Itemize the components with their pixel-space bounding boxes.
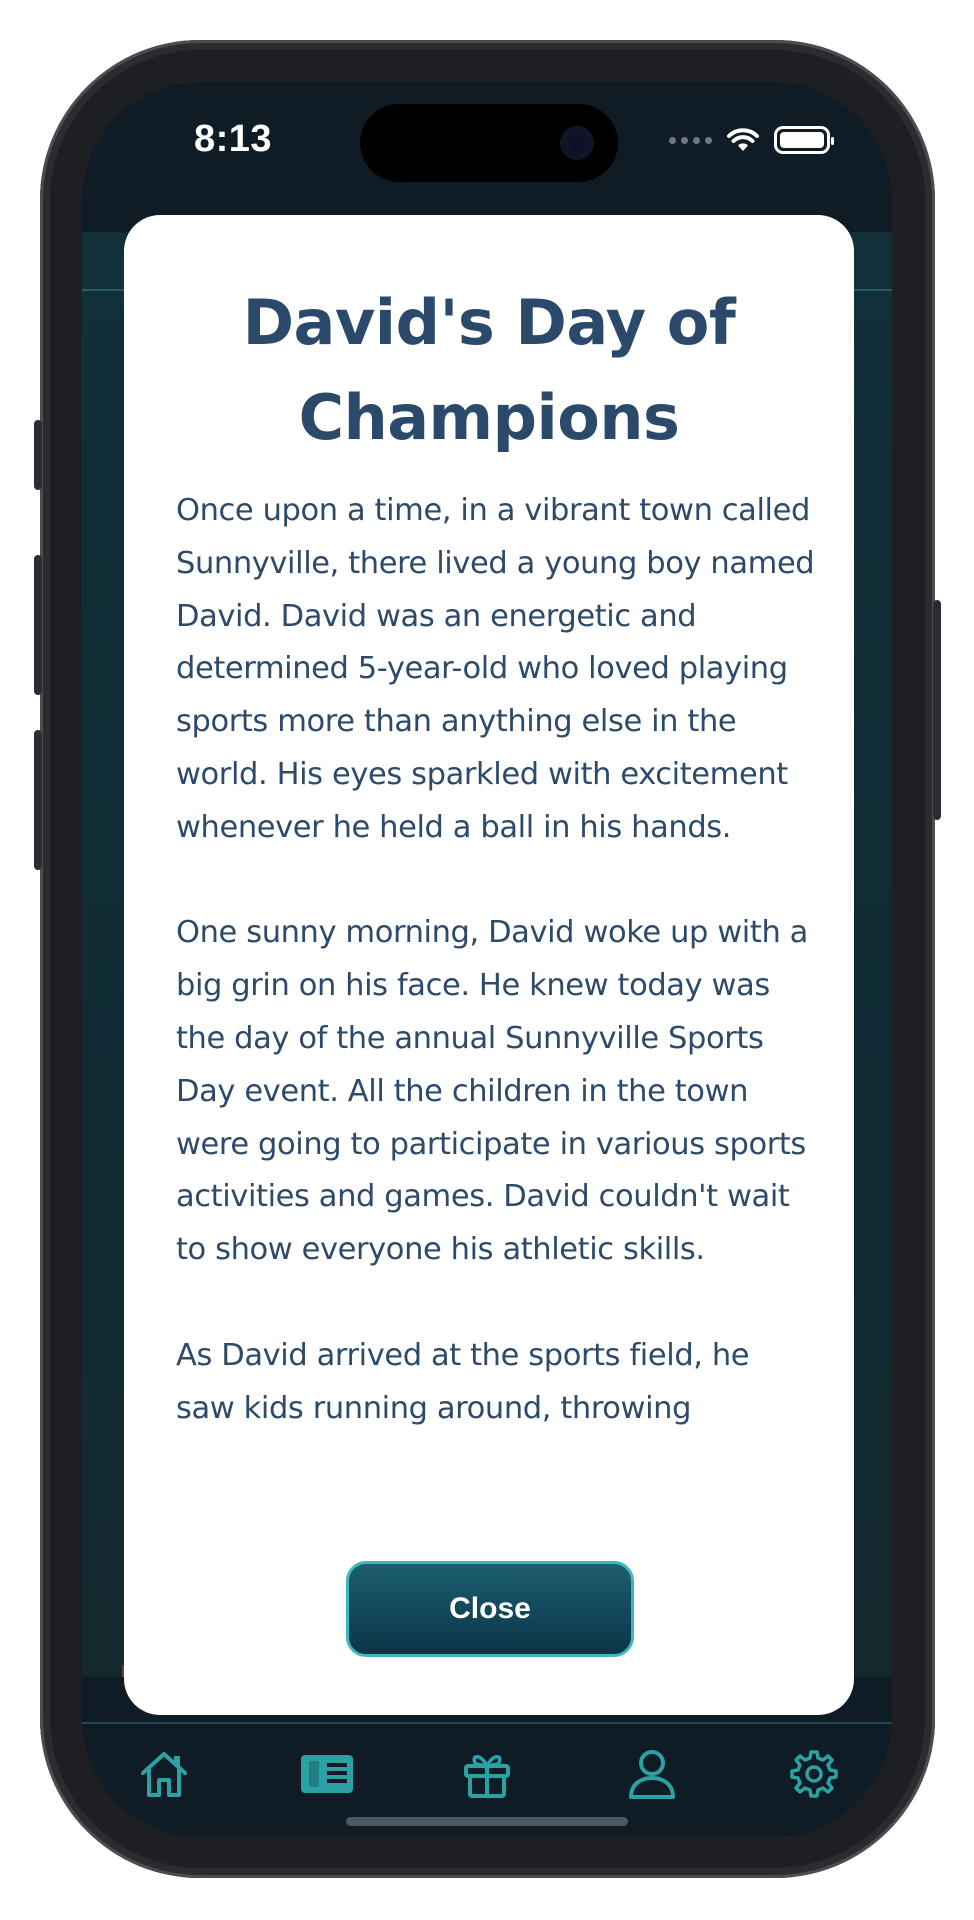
story-paragraph: As David arrived at the sports field, he…: [176, 1337, 750, 1426]
story-text-scroll[interactable]: Once upon a time, in a vibrant town call…: [176, 485, 816, 1485]
tab-profile[interactable]: [622, 1744, 682, 1804]
camera-icon: [560, 126, 594, 160]
gear-icon: [790, 1750, 838, 1798]
tab-stories[interactable]: [297, 1744, 357, 1804]
story-paragraph: Once upon a time, in a vibrant town call…: [176, 493, 815, 845]
status-time: 8:13: [194, 118, 273, 160]
story-title: David's Day of Champions: [242, 286, 736, 454]
volume-down-button: [34, 730, 42, 870]
profile-icon: [629, 1750, 675, 1799]
wifi-icon: [727, 128, 759, 151]
book-icon: [301, 1755, 353, 1793]
tab-home[interactable]: [134, 1744, 194, 1804]
story-modal: David's Day of Champions Once upon a tim…: [124, 215, 854, 1715]
home-icon: [141, 1752, 187, 1797]
tab-settings[interactable]: [784, 1744, 844, 1804]
gift-icon: [464, 1755, 510, 1798]
power-button: [933, 600, 941, 820]
action-button: [34, 420, 42, 490]
close-button[interactable]: Close: [346, 1561, 634, 1657]
status-bar: 8:13: [82, 82, 892, 232]
volume-up-button: [34, 555, 42, 695]
battery-icon: [774, 126, 834, 154]
dynamic-island: [360, 104, 618, 182]
cellular-signal-icon: [669, 136, 712, 144]
home-indicator: [346, 1817, 628, 1826]
story-paragraph: One sunny morning, David woke up with a …: [176, 915, 808, 1268]
status-indicators: [669, 126, 834, 154]
tab-rewards[interactable]: [457, 1744, 517, 1804]
